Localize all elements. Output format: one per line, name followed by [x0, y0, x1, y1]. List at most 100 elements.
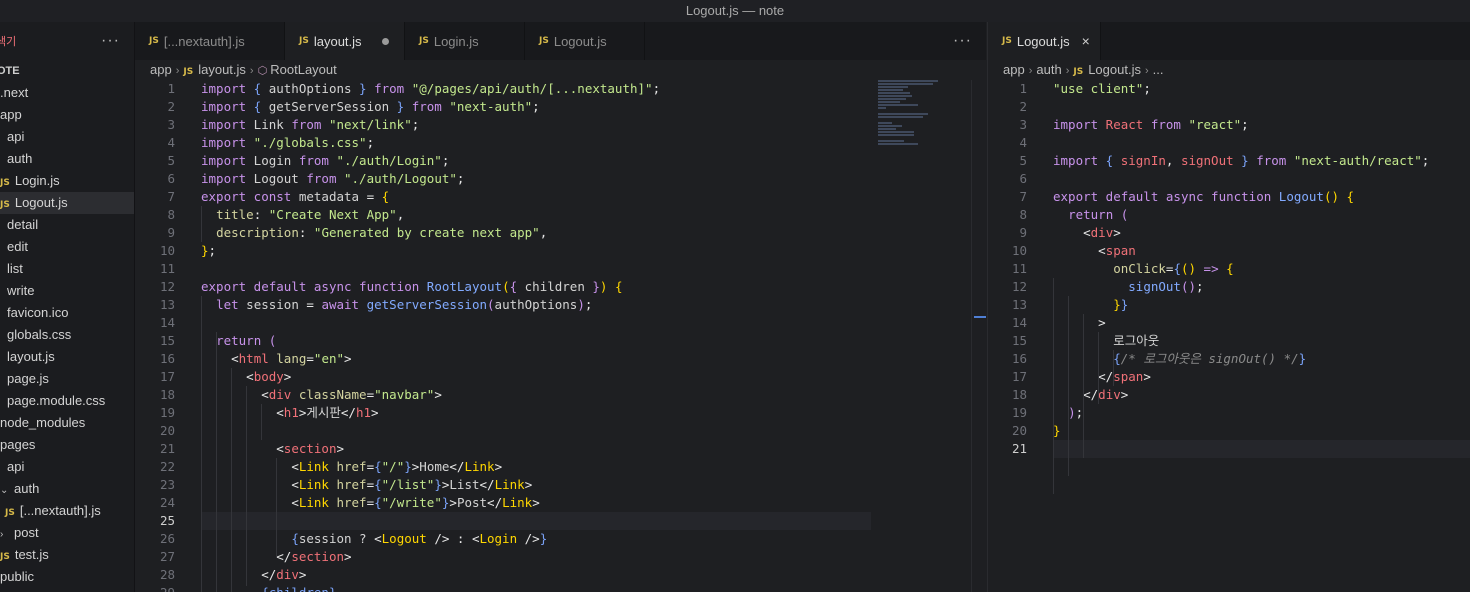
code-token: ()	[1180, 261, 1197, 276]
code-line[interactable]: 5 import { signIn, signOut } from "next-a…	[988, 152, 1470, 170]
code-line[interactable]: 22 <Link href={"/"}>Home</Link>	[135, 458, 986, 476]
code-line[interactable]: 24 <Link href={"/write"}>Post</Link>	[135, 494, 986, 512]
code-line[interactable]: 16 {/* 로그아웃은 signOut() */}	[988, 350, 1470, 368]
code-line[interactable]: 28 </div>	[135, 566, 986, 584]
tree-item[interactable]: public	[0, 566, 134, 588]
close-icon[interactable]: ×	[1082, 33, 1090, 49]
tree-item[interactable]: JS [...nextauth].js	[0, 500, 134, 522]
tree-item[interactable]: list	[0, 258, 134, 280]
code-line[interactable]: 29 {children}	[135, 584, 986, 592]
code-token: }	[389, 99, 412, 114]
code-line[interactable]: 14	[135, 314, 986, 332]
tree-item[interactable]: api	[0, 456, 134, 478]
breadcrumb-item[interactable]: ...	[1153, 62, 1164, 77]
breadcrumb-item[interactable]: app	[150, 62, 172, 77]
breadcrumb-item[interactable]: app	[1003, 62, 1025, 77]
code-line[interactable]: 27 </section>	[135, 548, 986, 566]
code-line[interactable]: 4 import "./globals.css";	[135, 134, 986, 152]
code-line[interactable]: 8 title: "Create Next App",	[135, 206, 986, 224]
tree-item[interactable]: ⌄ auth	[0, 478, 134, 500]
code-line[interactable]: 12 signOut();	[988, 278, 1470, 296]
tree-item[interactable]: layout.js	[0, 346, 134, 368]
tree-item[interactable]: app	[0, 104, 134, 126]
code-line[interactable]: 23 <Link href={"/list"}>List</Link>	[135, 476, 986, 494]
code-line[interactable]: 15 return (	[135, 332, 986, 350]
tab-logout-js[interactable]: JS Logout.js ×	[988, 22, 1101, 60]
breadcrumb-item[interactable]: Logout.js	[1088, 62, 1141, 77]
tree-item[interactable]: api	[0, 126, 134, 148]
code-line[interactable]: 3 import Link from "next/link";	[135, 116, 986, 134]
code-line[interactable]: 3 import React from "react";	[988, 116, 1470, 134]
code-line[interactable]: 4	[988, 134, 1470, 152]
breadcrumb-item[interactable]: auth	[1036, 62, 1061, 77]
tree-item[interactable]: › post	[0, 522, 134, 544]
editor-more-icon[interactable]: ···	[953, 22, 972, 60]
code-line[interactable]: 9 description: "Generated by create next…	[135, 224, 986, 242]
code-line[interactable]: 7 export const metadata = {	[135, 188, 986, 206]
code-line[interactable]: 10};	[135, 242, 986, 260]
tree-item[interactable]: pages	[0, 434, 134, 456]
line-number: 2	[167, 99, 175, 114]
code-line[interactable]: 6 import Logout from "./auth/Logout";	[135, 170, 986, 188]
breadcrumb-item[interactable]: layout.js	[198, 62, 246, 77]
code-line[interactable]: 20	[135, 422, 986, 440]
breadcrumb-item[interactable]: RootLayout	[270, 62, 337, 77]
tree-item[interactable]: page.js	[0, 368, 134, 390]
code-line[interactable]: 11	[135, 260, 986, 278]
tree-item[interactable]: JS test.js	[0, 544, 134, 566]
tree-item[interactable]: .next	[0, 82, 134, 104]
tree-item[interactable]: write	[0, 280, 134, 302]
code-line[interactable]: 14 >	[988, 314, 1470, 332]
tree-item[interactable]: detail	[0, 214, 134, 236]
vertical-scrollbar[interactable]	[971, 80, 986, 592]
code-token: default	[246, 279, 307, 294]
minimap[interactable]	[878, 80, 968, 150]
tree-item[interactable]: auth	[0, 148, 134, 170]
code-editor-layout[interactable]: 1 import { authOptions } from "@/pages/ap…	[135, 80, 986, 592]
tree-item[interactable]: globals.css	[0, 324, 134, 346]
indent-guide	[1113, 350, 1115, 386]
code-line[interactable]: 7 export default async function Logout() …	[988, 188, 1470, 206]
code-line[interactable]: 17 </span>	[988, 368, 1470, 386]
tree-item[interactable]: node_modules	[0, 412, 134, 434]
tab--nextauth-js[interactable]: JS [...nextauth].js	[135, 22, 285, 60]
code-token: <	[276, 405, 284, 420]
code-line[interactable]: 12 export default async function RootLayo…	[135, 278, 986, 296]
code-token: div	[1098, 387, 1121, 402]
code-line[interactable]: 19 );	[988, 404, 1470, 422]
code-line[interactable]: 9 <div>	[988, 224, 1470, 242]
code-line[interactable]: 11 onClick={() => {	[988, 260, 1470, 278]
code-line[interactable]: 26 {session ? <Logout /> : <Login />}	[135, 530, 986, 548]
code-line[interactable]: 1 import { authOptions } from "@/pages/ap…	[135, 80, 986, 98]
code-line[interactable]: 13 let session = await getServerSession(…	[135, 296, 986, 314]
tree-item[interactable]: favicon.ico	[0, 302, 134, 324]
tab-logout-js[interactable]: JS Logout.js	[525, 22, 645, 60]
code-line[interactable]: 13 }}	[988, 296, 1470, 314]
line-number: 9	[1019, 225, 1027, 240]
explorer-more-icon[interactable]: ···	[101, 32, 120, 50]
code-line[interactable]: 15 로그아웃	[988, 332, 1470, 350]
code-line[interactable]: 2	[988, 98, 1470, 116]
tree-item[interactable]: JS Login.js	[0, 170, 134, 192]
code-line[interactable]: 18 </div>	[988, 386, 1470, 404]
code-line[interactable]: 21 <section>	[135, 440, 986, 458]
code-line[interactable]: 8 return (	[988, 206, 1470, 224]
tab-login-js[interactable]: JS Login.js	[405, 22, 525, 60]
code-editor-logout[interactable]: 1 "use client"; 2 3 import React from "react…	[988, 80, 1470, 494]
code-line[interactable]: 10 <span	[988, 242, 1470, 260]
code-line[interactable]: 17 <body>	[135, 368, 986, 386]
code-line[interactable]: 6	[988, 170, 1470, 188]
explorer-project-section[interactable]: OTE	[0, 60, 134, 82]
code-line[interactable]: 19 <h1>게시판</h1>	[135, 404, 986, 422]
code-line[interactable]: 18 <div className="navbar">	[135, 386, 986, 404]
code-line[interactable]: 5 import Login from "./auth/Login";	[135, 152, 986, 170]
code-line[interactable]: 1 "use client";	[988, 80, 1470, 98]
tree-item[interactable]: page.module.css	[0, 390, 134, 412]
tab-layout-js[interactable]: JS layout.js	[285, 22, 405, 60]
code-line[interactable]: 16 <html lang="en">	[135, 350, 986, 368]
code-line[interactable]: 2 import { getServerSession } from "next-…	[135, 98, 986, 116]
code-line[interactable]: 20}	[988, 422, 1470, 440]
code-token: "/"	[381, 459, 405, 474]
tree-item[interactable]: edit	[0, 236, 134, 258]
tree-item[interactable]: JS Logout.js	[0, 192, 134, 214]
